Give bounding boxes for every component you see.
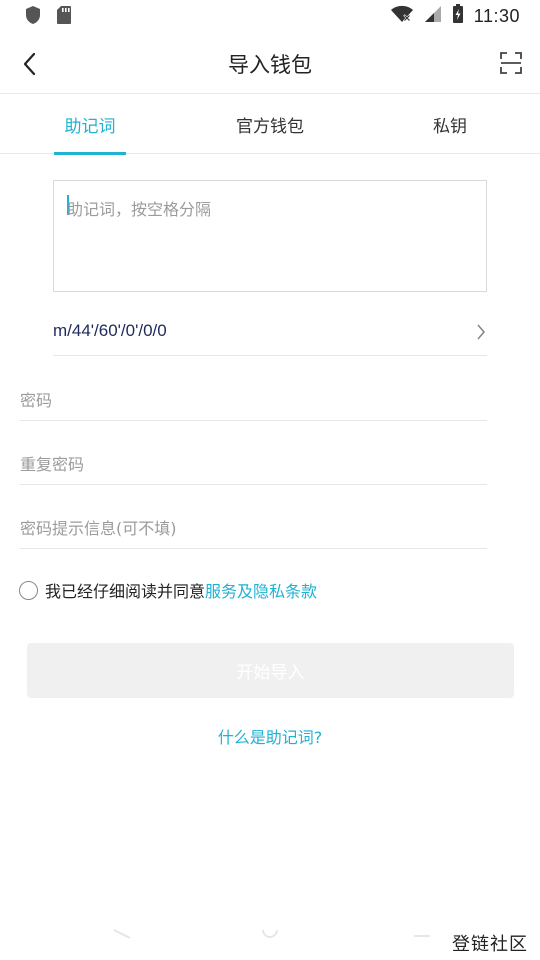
status-time: 11:30: [473, 5, 520, 26]
what-is-mnemonic-link[interactable]: 什么是助记词?: [0, 724, 540, 748]
agreement-text: 我已经仔细阅读并同意: [45, 582, 206, 601]
page-title: 导入钱包: [228, 53, 312, 77]
tab-private-key[interactable]: 私钥: [420, 94, 480, 154]
wifi-off-icon: [390, 5, 414, 27]
terms-link[interactable]: 服务及隐私条款: [205, 578, 317, 602]
tab-label: 私钥: [433, 116, 467, 137]
password-hint-field[interactable]: 密码提示信息(可不填): [20, 503, 487, 549]
nav-back-icon: [113, 929, 131, 939]
nav-recent-icon: [414, 935, 430, 937]
repeat-password-field[interactable]: 重复密码: [20, 439, 487, 485]
watermark: 登链社区: [452, 934, 528, 955]
tab-bar: 助记词 官方钱包 私钥: [0, 94, 540, 155]
password-hint-placeholder: 密码提示信息(可不填): [20, 519, 177, 538]
tab-label: 助记词: [64, 116, 116, 137]
header: 导入钱包: [0, 32, 540, 94]
repeat-password-placeholder: 重复密码: [20, 455, 85, 474]
tab-label: 官方钱包: [236, 116, 304, 137]
start-import-button[interactable]: 开始导入: [27, 643, 514, 698]
mnemonic-input[interactable]: 助记词，按空格分隔: [53, 180, 487, 292]
agreement-row: 我已经仔细阅读并同意 服务及隐私条款: [19, 578, 317, 602]
scan-icon: [500, 52, 522, 74]
status-bar-left: [24, 5, 72, 29]
mnemonic-placeholder: 助记词，按空格分隔: [67, 200, 212, 219]
chevron-right-icon: [475, 322, 487, 346]
nav-home-icon: [262, 929, 278, 938]
status-bar-right: 11:30: [390, 4, 520, 28]
sd-card-icon: [56, 5, 72, 29]
password-placeholder: 密码: [20, 391, 53, 410]
battery-charging-icon: [452, 4, 464, 28]
scan-button[interactable]: [494, 46, 528, 80]
derivation-path-selector[interactable]: m/44'/60'/0'/0/0: [53, 308, 487, 356]
tab-official-wallet[interactable]: 官方钱包: [222, 94, 318, 154]
password-field[interactable]: 密码: [20, 375, 487, 421]
derivation-path-value: m/44'/60'/0'/0/0: [53, 321, 167, 340]
tab-mnemonic[interactable]: 助记词: [54, 94, 126, 155]
signal-icon: [424, 5, 442, 27]
active-tab-indicator: [54, 152, 126, 155]
agreement-checkbox[interactable]: [19, 580, 38, 600]
status-bar: 11:30: [0, 0, 540, 32]
shield-icon: [24, 5, 42, 29]
